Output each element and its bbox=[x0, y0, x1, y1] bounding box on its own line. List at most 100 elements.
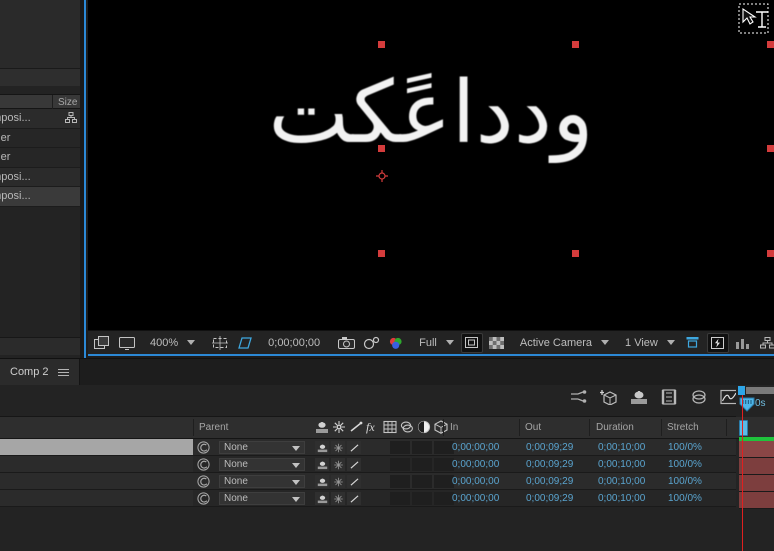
layer-stretch[interactable]: 100/0% bbox=[668, 493, 702, 504]
blank-cell[interactable] bbox=[434, 458, 454, 471]
camera-view-value[interactable]: Active Camera bbox=[515, 337, 597, 349]
list-item[interactable]: omposi... bbox=[0, 187, 80, 207]
parent-dropdown[interactable]: None bbox=[219, 492, 305, 505]
list-item[interactable]: older bbox=[0, 148, 80, 168]
time-navigator-handle[interactable] bbox=[739, 420, 748, 436]
shy-switch[interactable] bbox=[315, 492, 329, 505]
tab-comp-2[interactable]: Comp 2 bbox=[0, 359, 80, 385]
selection-handle[interactable] bbox=[572, 41, 579, 48]
collapse-switch[interactable] bbox=[331, 492, 345, 505]
table-row[interactable]: None 0;00;00;00 0;00;09;29 0;00;10;00 10… bbox=[0, 490, 774, 507]
blank-cell[interactable] bbox=[390, 475, 410, 488]
grid-guides-icon[interactable] bbox=[209, 333, 231, 353]
shy-switch[interactable] bbox=[315, 475, 329, 488]
list-item[interactable]: omposi... bbox=[0, 167, 80, 187]
toggle-transparency-icon[interactable] bbox=[91, 333, 113, 353]
timeline-column-stretch[interactable]: Stretch bbox=[667, 422, 699, 433]
layer-in-point[interactable]: 0;00;00;00 bbox=[452, 459, 499, 470]
frame-blending-icon[interactable] bbox=[690, 389, 708, 407]
audio-icon[interactable] bbox=[197, 492, 210, 505]
collapse-switch[interactable] bbox=[331, 475, 345, 488]
audio-icon[interactable] bbox=[197, 475, 210, 488]
blank-cell[interactable] bbox=[412, 458, 432, 471]
layer-duration[interactable]: 0;00;10;00 bbox=[598, 442, 645, 453]
list-item[interactable]: older bbox=[0, 128, 80, 148]
time-zoom-handle[interactable] bbox=[738, 386, 745, 395]
blank-cell[interactable] bbox=[434, 475, 454, 488]
layer-name-input[interactable] bbox=[0, 456, 193, 472]
region-of-interest-icon[interactable] bbox=[234, 333, 256, 353]
time-zoom-bar[interactable] bbox=[746, 387, 774, 394]
blank-cell[interactable] bbox=[434, 492, 454, 505]
collapse-transformations-icon[interactable] bbox=[332, 420, 346, 435]
timeline-column-in[interactable]: In bbox=[450, 422, 458, 433]
collapse-switch[interactable] bbox=[331, 441, 345, 454]
layer-name-input[interactable] bbox=[0, 490, 193, 506]
blank-cell[interactable] bbox=[390, 492, 410, 505]
selection-handle[interactable] bbox=[572, 250, 579, 257]
adjustment-layer-icon[interactable] bbox=[417, 420, 431, 435]
quality-switch[interactable] bbox=[347, 458, 361, 471]
layer-duration[interactable]: 0;00;10;00 bbox=[598, 459, 645, 470]
table-row[interactable]: None 0;00;00;00 0;00;09;29 0;00;10;00 10… bbox=[0, 456, 774, 473]
layer-out-point[interactable]: 0;00;09;29 bbox=[526, 476, 573, 487]
color-channels-icon[interactable] bbox=[385, 333, 407, 353]
draft-3d-icon[interactable] bbox=[630, 389, 648, 407]
region-toggle-icon[interactable] bbox=[460, 332, 483, 353]
timeline-track-area[interactable]: 0s bbox=[736, 385, 774, 551]
shy-icon[interactable] bbox=[315, 420, 329, 435]
quality-switch[interactable] bbox=[347, 441, 361, 454]
camera-snapshot-icon[interactable] bbox=[335, 333, 357, 353]
effects-fx-icon[interactable]: fx bbox=[366, 420, 380, 435]
frame-blend-icon[interactable] bbox=[383, 420, 397, 435]
show-snapshot-icon[interactable] bbox=[360, 333, 382, 353]
layer-out-point[interactable]: 0;00;09;29 bbox=[526, 493, 573, 504]
selection-handle[interactable] bbox=[767, 250, 774, 257]
layer-in-point[interactable]: 0;00;00;00 bbox=[452, 442, 499, 453]
selection-handle[interactable] bbox=[767, 41, 774, 48]
layer-stretch[interactable]: 100/0% bbox=[668, 476, 702, 487]
shy-switch[interactable] bbox=[315, 458, 329, 471]
layer-name-input[interactable] bbox=[0, 473, 193, 489]
project-search-input[interactable] bbox=[0, 68, 80, 86]
project-column-size[interactable]: Size bbox=[58, 97, 77, 108]
toggle-viewer-icon[interactable] bbox=[116, 333, 138, 353]
view-layout-value[interactable]: 1 View bbox=[620, 337, 663, 349]
quality-switch[interactable] bbox=[347, 492, 361, 505]
table-row[interactable]: None 0;00;00;00 0;00;09;29 0;00;10;00 10… bbox=[0, 473, 774, 490]
camera-dropdown-arrow-icon[interactable] bbox=[601, 340, 610, 345]
table-row[interactable]: None 0;00;00;00 0;00;09;29 0;00;10;00 10… bbox=[0, 439, 774, 456]
timeline-column-parent[interactable]: Parent bbox=[199, 422, 228, 433]
hide-shy-layers-icon[interactable] bbox=[660, 389, 678, 407]
audio-icon[interactable] bbox=[197, 458, 210, 471]
layer-in-point[interactable]: 0;00;00;00 bbox=[452, 476, 499, 487]
parent-dropdown[interactable]: None bbox=[219, 458, 305, 471]
blank-cell[interactable] bbox=[412, 475, 432, 488]
layer-duration-bar[interactable] bbox=[739, 441, 774, 457]
three-d-layer-icon[interactable] bbox=[434, 420, 448, 435]
viewer-timecode-value[interactable]: 0;00;00;00 bbox=[263, 337, 325, 349]
search-layers-icon[interactable] bbox=[570, 389, 588, 407]
chevron-down-icon[interactable] bbox=[292, 446, 300, 451]
layer-out-point[interactable]: 0;00;09;29 bbox=[526, 459, 573, 470]
timeline-graph-icon[interactable] bbox=[732, 333, 754, 353]
layer-out-point[interactable]: 0;00;09;29 bbox=[526, 442, 573, 453]
motion-blur-switch-icon[interactable] bbox=[400, 420, 414, 435]
shy-switch[interactable] bbox=[315, 441, 329, 454]
chevron-down-icon[interactable] bbox=[292, 463, 300, 468]
layer-name-input[interactable] bbox=[0, 439, 193, 455]
layer-in-point[interactable]: 0;00;00;00 bbox=[452, 493, 499, 504]
layer-duration-bar[interactable] bbox=[739, 475, 774, 491]
layer-stretch[interactable]: 100/0% bbox=[668, 459, 702, 470]
view-dropdown-arrow-icon[interactable] bbox=[666, 340, 675, 345]
blank-cell[interactable] bbox=[390, 458, 410, 471]
quality-switch[interactable] bbox=[347, 475, 361, 488]
blank-cell[interactable] bbox=[412, 441, 432, 454]
chevron-down-icon[interactable] bbox=[292, 497, 300, 502]
comp-flowchart-icon[interactable] bbox=[757, 333, 774, 353]
composition-canvas[interactable]: ودداعًكت bbox=[88, 0, 774, 330]
parent-dropdown[interactable]: None bbox=[219, 441, 305, 454]
fast-previews-icon[interactable] bbox=[706, 332, 729, 353]
layer-duration[interactable]: 0;00;10;00 bbox=[598, 493, 645, 504]
collapse-switch[interactable] bbox=[331, 458, 345, 471]
